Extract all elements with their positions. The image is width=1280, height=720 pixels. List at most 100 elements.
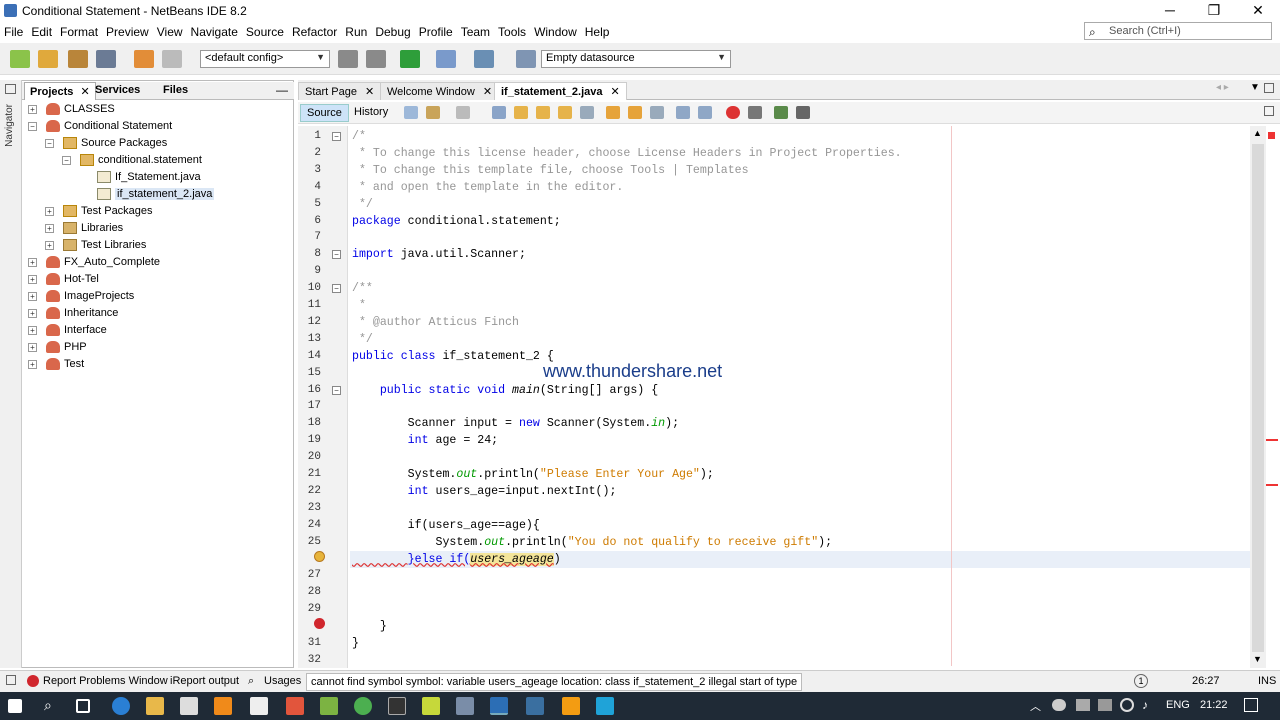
tree-item[interactable]: + Inheritance (24, 305, 284, 322)
android-studio-icon[interactable] (320, 697, 338, 715)
expand-icon[interactable]: + (28, 360, 37, 369)
forward-icon[interactable] (456, 106, 470, 119)
comment-icon[interactable] (774, 106, 788, 119)
toggle-highlight-icon[interactable] (558, 106, 572, 119)
error-summary-icon[interactable] (1268, 132, 1275, 139)
mail-icon[interactable] (250, 697, 268, 715)
toggle-bookmark-icon[interactable] (650, 106, 664, 119)
netbeans-taskbar-icon[interactable] (490, 697, 508, 715)
stop-macro-recording-icon[interactable] (748, 106, 762, 119)
windows-start-icon[interactable] (8, 699, 22, 713)
menu-item[interactable]: Preview (102, 22, 153, 39)
menu-item[interactable]: Refactor (288, 22, 341, 39)
shift-left-icon[interactable] (676, 106, 690, 119)
expand-icon[interactable]: + (45, 224, 54, 233)
tree-item[interactable]: − conditional.statement (24, 152, 284, 169)
save-all-icon[interactable] (96, 50, 116, 68)
next-bookmark-icon[interactable] (628, 106, 642, 119)
fold-collapse-icon[interactable]: − (332, 250, 341, 260)
menu-item[interactable]: Format (56, 22, 102, 39)
error-mark[interactable] (1266, 439, 1278, 441)
tree-item[interactable]: + Test Packages (24, 203, 284, 220)
scrollbar-thumb[interactable] (1252, 144, 1264, 652)
find-previous-icon[interactable] (514, 106, 528, 119)
usages-tab[interactable]: Usages (264, 675, 301, 687)
tree-item[interactable]: + ImageProjects (24, 288, 284, 305)
task-view-icon[interactable] (76, 699, 90, 713)
menu-item[interactable]: View (153, 22, 187, 39)
collapse-icon[interactable]: − (28, 122, 37, 131)
code-editor[interactable]: /* * To change this license header, choo… (350, 126, 1250, 668)
file-explorer-icon[interactable] (146, 697, 164, 715)
clock[interactable]: 21:22 (1200, 699, 1228, 711)
tree-item[interactable]: If_Statement.java (24, 169, 284, 186)
cloud-icon[interactable] (1052, 699, 1066, 711)
notifications-badge[interactable]: 1 (1134, 674, 1148, 688)
menu-item[interactable]: Edit (27, 22, 56, 39)
expand-icon[interactable]: + (45, 207, 54, 216)
history-button[interactable]: History (348, 104, 394, 122)
source-button[interactable]: Source (300, 104, 349, 122)
start-macro-recording-icon[interactable] (726, 106, 740, 119)
previous-bookmark-icon[interactable] (606, 106, 620, 119)
close-icon[interactable]: ✕ (365, 86, 374, 98)
close-icon[interactable]: ✕ (80, 86, 89, 98)
find-icon[interactable] (492, 106, 506, 119)
report-problems-tab[interactable]: Report Problems Window (43, 675, 168, 687)
network-icon[interactable] (1120, 698, 1134, 712)
tab-if-statement-2[interactable]: if_statement_2.java ✕ (494, 82, 627, 100)
fold-collapse-icon[interactable]: − (332, 132, 341, 141)
battery-icon[interactable] (1076, 699, 1090, 711)
expand-icon[interactable]: + (28, 105, 37, 114)
new-file-icon[interactable] (10, 50, 30, 68)
tree-item[interactable]: + CLASSES (24, 101, 284, 118)
expand-icon[interactable]: + (45, 241, 54, 250)
tab-projects[interactable]: Projects ✕ (24, 82, 96, 100)
expand-icon[interactable]: + (28, 275, 37, 284)
undo-icon[interactable] (134, 50, 154, 68)
restore-icon[interactable] (1264, 83, 1274, 93)
error-mark[interactable] (1266, 484, 1278, 486)
menu-item[interactable]: Team (457, 22, 494, 39)
menu-item[interactable]: File (0, 22, 27, 39)
collapse-icon[interactable]: − (62, 156, 71, 165)
restore-icon[interactable] (6, 675, 16, 685)
expand-icon[interactable]: + (28, 292, 37, 301)
app-icon-2[interactable] (526, 697, 544, 715)
app-icon-3[interactable] (562, 697, 580, 715)
menu-item[interactable]: Run (341, 22, 371, 39)
ireport-output-tab[interactable]: iReport output (170, 675, 239, 687)
tree-item[interactable]: + Test (24, 356, 284, 373)
tree-item[interactable]: + Hot-Tel (24, 271, 284, 288)
expand-icon[interactable]: + (28, 309, 37, 318)
menu-item[interactable]: Help (581, 22, 614, 39)
debug-icon[interactable] (436, 50, 456, 68)
menu-item[interactable]: Debug (371, 22, 414, 39)
tab-list-icon[interactable]: ▼ (1250, 82, 1260, 93)
back-icon[interactable] (426, 106, 440, 119)
vlc-icon[interactable] (214, 697, 232, 715)
tree-item[interactable]: if_statement_2.java (24, 186, 284, 203)
config-select[interactable]: <default config> ▼ (200, 50, 330, 68)
expand-icon[interactable]: + (28, 326, 37, 335)
tab-start-page[interactable]: Start Page ✕ (298, 82, 382, 100)
minimize-panel-icon[interactable]: — (276, 83, 288, 97)
volume-icon[interactable]: ♪ (1142, 698, 1148, 712)
tree-item[interactable]: + FX_Auto_Complete (24, 254, 284, 271)
scroll-down-icon[interactable]: ▼ (1253, 654, 1262, 664)
menu-item[interactable]: Navigate (187, 22, 242, 39)
tool-icon[interactable] (456, 697, 474, 715)
close-icon[interactable]: ✕ (611, 86, 620, 98)
vertical-scrollbar[interactable]: ▲ ▼ (1250, 126, 1266, 668)
tree-item[interactable]: − Source Packages (24, 135, 284, 152)
uncomment-icon[interactable] (796, 106, 810, 119)
recorder-icon[interactable] (596, 697, 614, 715)
minimize-button[interactable]: ─ (1148, 0, 1192, 22)
action-center-icon[interactable] (1244, 698, 1258, 712)
terminal-icon[interactable] (388, 697, 406, 715)
error-badge-icon[interactable] (314, 618, 325, 629)
restore-icon[interactable] (5, 84, 16, 94)
build-icon[interactable] (338, 50, 358, 68)
find-next-icon[interactable] (536, 106, 550, 119)
edge-icon[interactable] (112, 697, 130, 715)
